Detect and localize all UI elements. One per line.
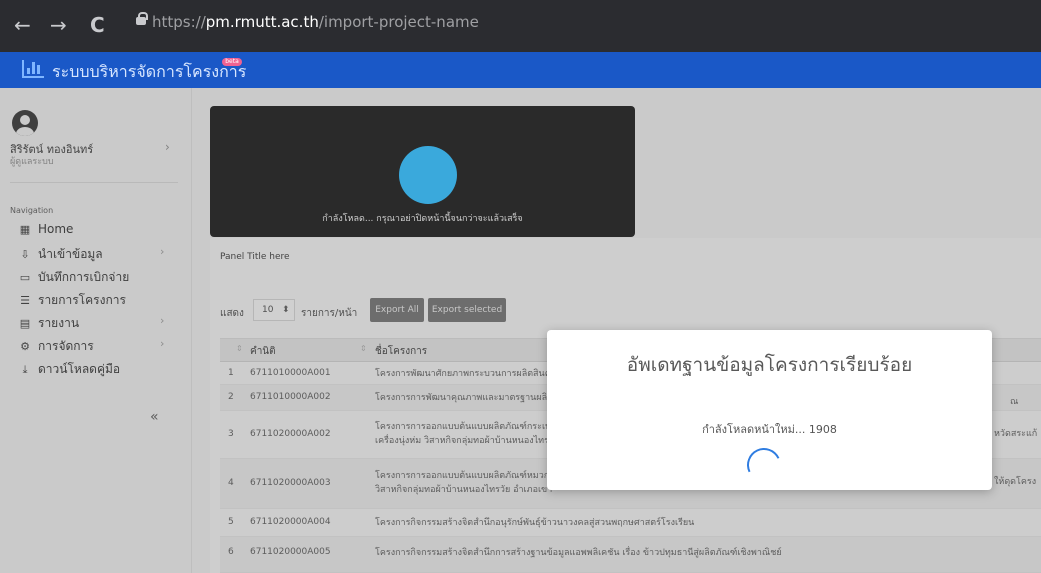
- loading-box: กำลังโหลด... กรุณาอย่าปิดหน้านี้จนกว่าจะ…: [210, 106, 635, 237]
- spinner-icon: [742, 443, 786, 487]
- bar-chart-logo-icon: [22, 60, 44, 78]
- beta-badge: beta: [222, 58, 242, 66]
- lock-icon: [136, 12, 148, 25]
- app-title[interactable]: ระบบบริหารจัดการโครงการ: [52, 60, 246, 85]
- app-header: ระบบบริหารจัดการโครงการ beta: [0, 52, 1041, 88]
- url-scheme: https://: [152, 13, 206, 31]
- reload-icon[interactable]: C: [90, 14, 105, 36]
- dialog-subtitle: กำลังโหลดหน้าใหม่... 1908: [702, 423, 837, 436]
- forward-arrow-icon[interactable]: →: [50, 14, 67, 36]
- url-path: /import-project-name: [318, 13, 479, 31]
- loading-circle-icon: [399, 146, 457, 204]
- url-text[interactable]: https://pm.rmutt.ac.th/import-project-na…: [152, 13, 479, 31]
- dialog-title: อัพเดทฐานข้อมูลโครงการเรียบร้อย: [626, 354, 913, 376]
- loading-text: กำลังโหลด... กรุณาอย่าปิดหน้านี้จนกว่าจะ…: [322, 214, 523, 224]
- url-host: pm.rmutt.ac.th: [205, 13, 319, 31]
- browser-toolbar: ← → C https://pm.rmutt.ac.th/import-proj…: [0, 0, 1041, 52]
- back-arrow-icon[interactable]: ←: [14, 14, 31, 36]
- update-dialog: อัพเดทฐานข้อมูลโครงการเรียบร้อย กำลังโหล…: [547, 330, 992, 490]
